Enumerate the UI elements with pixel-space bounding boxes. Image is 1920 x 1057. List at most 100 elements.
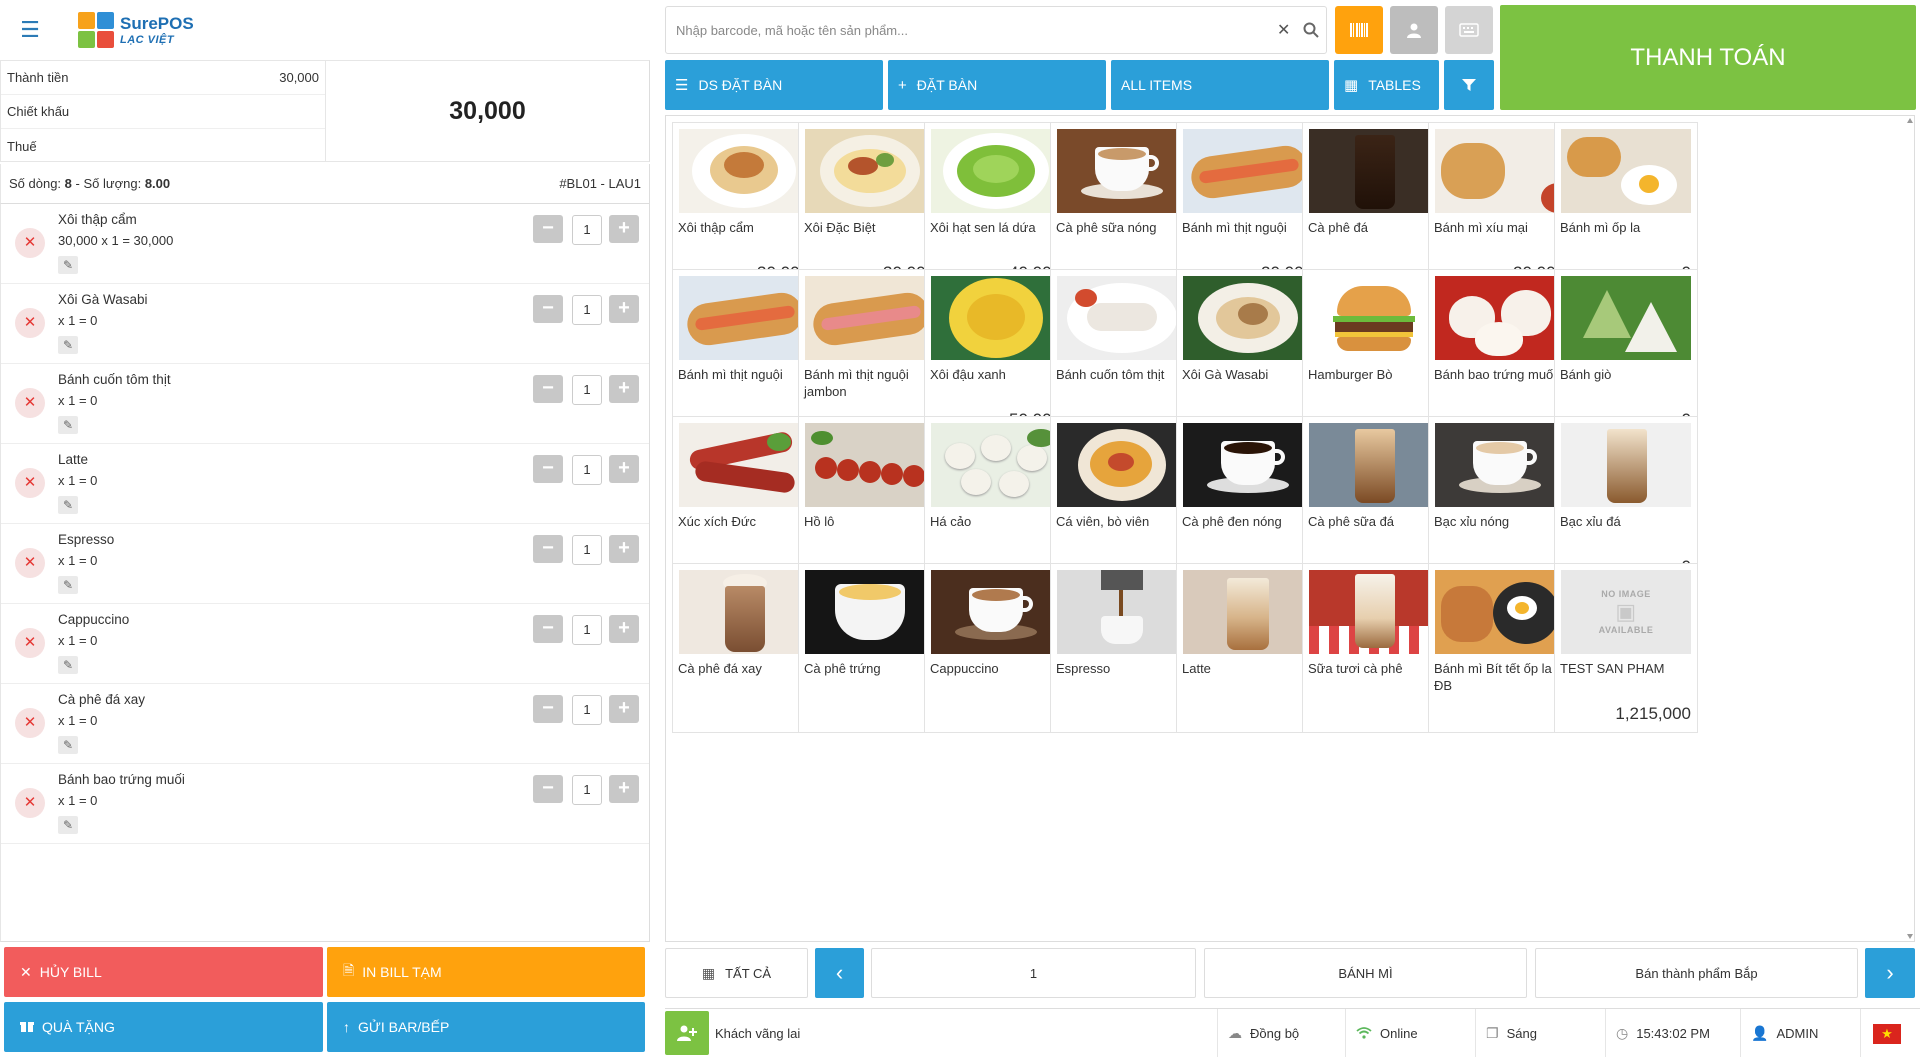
- decrease-qty-button[interactable]: −: [533, 295, 563, 323]
- discount-row[interactable]: Chiết khấu: [1, 95, 325, 129]
- product-card[interactable]: Bánh mì thịt nguội jambon0: [798, 269, 942, 439]
- order-item[interactable]: ✕ Latte x 1 = 0 ✎ −1 +: [1, 444, 649, 524]
- remove-item-icon[interactable]: ✕: [15, 628, 45, 658]
- order-item[interactable]: ✕ Cappuccino x 1 = 0 ✎ −1 +: [1, 604, 649, 684]
- theme-toggle[interactable]: ❐ Sáng: [1475, 1009, 1605, 1057]
- tax-row[interactable]: Thuế: [1, 129, 325, 163]
- cancel-bill-button[interactable]: ✕ HỦY BILL: [4, 947, 323, 997]
- quantity-input[interactable]: 1: [572, 295, 602, 325]
- send-kitchen-button[interactable]: ↑ GỬI BAR/BẾP: [327, 1002, 645, 1052]
- product-card[interactable]: Cà phê sữa nóng0: [1050, 122, 1194, 292]
- edit-note-icon[interactable]: ✎: [58, 816, 78, 834]
- product-card[interactable]: Bánh mì Bít tết ốp la ĐB0: [1428, 563, 1572, 733]
- product-card[interactable]: Cà phê đá xay0: [672, 563, 816, 733]
- product-card[interactable]: Bánh mì thịt nguội0: [672, 269, 816, 439]
- order-item[interactable]: ✕ Cà phê đá xay x 1 = 0 ✎ −1 +: [1, 684, 649, 764]
- product-card[interactable]: Xôi hạt sen lá dứa40,000: [924, 122, 1068, 292]
- product-card[interactable]: Bánh mì thịt nguội20,000: [1176, 122, 1320, 292]
- edit-note-icon[interactable]: ✎: [58, 496, 78, 514]
- product-card[interactable]: Bánh cuốn tôm thịt0: [1050, 269, 1194, 439]
- product-card[interactable]: Cà phê trứng0: [798, 563, 942, 733]
- quantity-input[interactable]: 1: [572, 695, 602, 725]
- filter-button[interactable]: [1444, 60, 1494, 110]
- product-card[interactable]: Bánh bao trứng muối0: [1428, 269, 1572, 439]
- order-item[interactable]: ✕ Bánh cuốn tôm thịt x 1 = 0 ✎ −1 +: [1, 364, 649, 444]
- product-card[interactable]: Sữa tươi cà phê0: [1302, 563, 1446, 733]
- edit-note-icon[interactable]: ✎: [58, 416, 78, 434]
- decrease-qty-button[interactable]: −: [533, 455, 563, 483]
- edit-note-icon[interactable]: ✎: [58, 336, 78, 354]
- product-card[interactable]: Xôi đậu xanh50,000: [924, 269, 1068, 439]
- order-item[interactable]: ✕ Xôi Gà Wasabi x 1 = 0 ✎ −1 +: [1, 284, 649, 364]
- previous-page-button[interactable]: ‹: [815, 948, 864, 998]
- reservation-list-button[interactable]: ☰ DS ĐẶT BÀN: [665, 60, 883, 110]
- product-card[interactable]: Bạc xỉu đá0: [1554, 416, 1698, 586]
- category-banh-mi[interactable]: BÁNH MÌ: [1204, 948, 1527, 998]
- quantity-input[interactable]: 1: [572, 455, 602, 485]
- add-customer-button[interactable]: [665, 1011, 709, 1055]
- quantity-input[interactable]: 1: [572, 615, 602, 645]
- barcode-button[interactable]: [1335, 6, 1383, 54]
- product-card[interactable]: Cà phê đá0: [1302, 122, 1446, 292]
- remove-item-icon[interactable]: ✕: [15, 468, 45, 498]
- product-card[interactable]: Bánh mì xíu mại20,000: [1428, 122, 1572, 292]
- decrease-qty-button[interactable]: −: [533, 375, 563, 403]
- quantity-input[interactable]: 1: [572, 375, 602, 405]
- increase-qty-button[interactable]: +: [609, 215, 639, 243]
- remove-item-icon[interactable]: ✕: [15, 388, 45, 418]
- edit-note-icon[interactable]: ✎: [58, 736, 78, 754]
- decrease-qty-button[interactable]: −: [533, 615, 563, 643]
- product-card[interactable]: Xôi Gà Wasabi0: [1176, 269, 1320, 439]
- increase-qty-button[interactable]: +: [609, 535, 639, 563]
- quantity-input[interactable]: 1: [572, 535, 602, 565]
- gift-button[interactable]: QUÀ TẶNG: [4, 1002, 323, 1052]
- print-temp-bill-button[interactable]: 🗎 IN BILL TẠM: [327, 947, 645, 997]
- keyboard-button[interactable]: [1445, 6, 1493, 54]
- product-card[interactable]: Cappuccino0: [924, 563, 1068, 733]
- tab-all-categories[interactable]: ▦ TẤT CẢ: [665, 948, 808, 998]
- remove-item-icon[interactable]: ✕: [15, 548, 45, 578]
- order-item[interactable]: ✕ Xôi thập cẩm 30,000 x 1 = 30,000 ✎ −1 +: [1, 204, 649, 284]
- product-card[interactable]: Espresso0: [1050, 563, 1194, 733]
- product-card[interactable]: Xúc xích Đức0: [672, 416, 816, 586]
- product-card[interactable]: Xôi thập cẩm30,000: [672, 122, 816, 292]
- increase-qty-button[interactable]: +: [609, 615, 639, 643]
- clear-icon[interactable]: ✕: [1277, 20, 1290, 40]
- decrease-qty-button[interactable]: −: [533, 535, 563, 563]
- grid-scrollbar[interactable]: [1906, 116, 1914, 941]
- all-items-button[interactable]: ALL ITEMS: [1111, 60, 1329, 110]
- product-card[interactable]: Hamburger Bò0: [1302, 269, 1446, 439]
- product-card[interactable]: Cà phê đen nóng0: [1176, 416, 1320, 586]
- increase-qty-button[interactable]: +: [609, 695, 639, 723]
- language-selector[interactable]: ★: [1860, 1009, 1920, 1057]
- decrease-qty-button[interactable]: −: [533, 215, 563, 243]
- user-menu[interactable]: 👤 ADMIN: [1740, 1009, 1860, 1057]
- quantity-input[interactable]: 1: [572, 775, 602, 805]
- remove-item-icon[interactable]: ✕: [15, 308, 45, 338]
- remove-item-icon[interactable]: ✕: [15, 228, 45, 258]
- order-item[interactable]: ✕ Espresso x 1 = 0 ✎ −1 +: [1, 524, 649, 604]
- order-item[interactable]: ✕ Bánh bao trứng muối x 1 = 0 ✎ −1 +: [1, 764, 649, 844]
- increase-qty-button[interactable]: +: [609, 295, 639, 323]
- product-card[interactable]: Cà phê sữa đá0: [1302, 416, 1446, 586]
- decrease-qty-button[interactable]: −: [533, 695, 563, 723]
- remove-item-icon[interactable]: ✕: [15, 788, 45, 818]
- search-icon[interactable]: [1302, 21, 1320, 39]
- customer-name[interactable]: Khách vãng lai: [715, 1026, 800, 1041]
- product-card[interactable]: Cá viên, bò viên0: [1050, 416, 1194, 586]
- product-card[interactable]: Hồ lô0: [798, 416, 942, 586]
- sync-status[interactable]: ☁ Đồng bộ: [1217, 1009, 1345, 1057]
- edit-note-icon[interactable]: ✎: [58, 576, 78, 594]
- product-card[interactable]: NO IMAGE ▣ AVAILABLE TEST SAN PHAM 1,215,000: [1554, 563, 1698, 733]
- quantity-input[interactable]: 1: [572, 215, 602, 245]
- product-card[interactable]: Latte0: [1176, 563, 1320, 733]
- payment-button[interactable]: THANH TOÁN: [1500, 5, 1916, 110]
- increase-qty-button[interactable]: +: [609, 455, 639, 483]
- search-input[interactable]: [676, 7, 1236, 53]
- reserve-table-button[interactable]: + ĐẶT BÀN: [888, 60, 1106, 110]
- category-ban-thanh-pham[interactable]: Bán thành phẩm Bắp: [1535, 948, 1858, 998]
- increase-qty-button[interactable]: +: [609, 375, 639, 403]
- next-page-button[interactable]: ›: [1865, 948, 1915, 998]
- edit-note-icon[interactable]: ✎: [58, 256, 78, 274]
- tables-button[interactable]: ▦ TABLES: [1334, 60, 1439, 110]
